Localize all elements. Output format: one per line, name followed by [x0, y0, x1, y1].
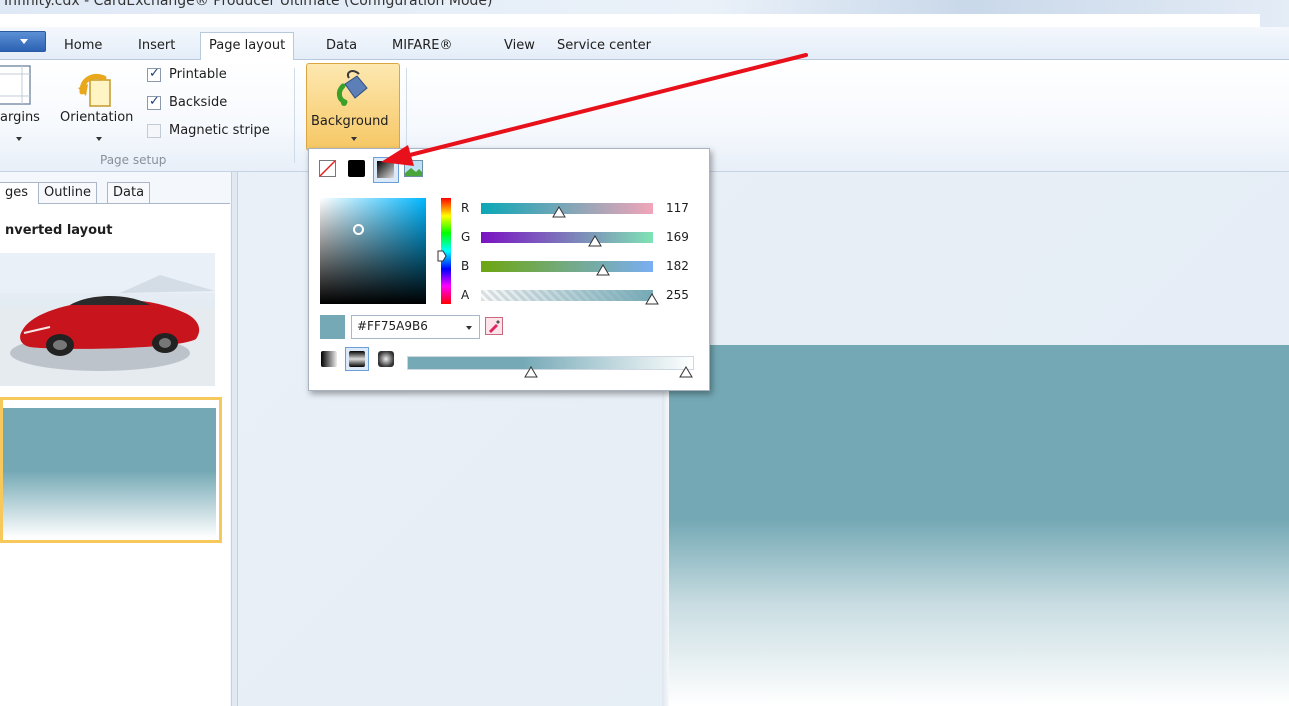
application-menu-button[interactable]	[0, 31, 46, 52]
title-bar: Infinity.cdx - CardExchange® Producer Ul…	[0, 0, 1289, 27]
title-bar-edge	[0, 14, 1260, 27]
green-slider-thumb[interactable]	[588, 235, 602, 247]
backside-label: Backside	[169, 95, 228, 110]
page-thumbnail-preview	[3, 408, 216, 538]
gradient-stop-end[interactable]	[679, 366, 693, 378]
margins-button[interactable]: argins	[0, 64, 42, 144]
tab-data[interactable]: Data	[318, 33, 365, 60]
green-slider[interactable]	[481, 232, 653, 243]
margins-label: argins	[0, 110, 40, 125]
checkbox-box	[147, 124, 161, 138]
window-title: Infinity.cdx - CardExchange® Producer Ul…	[4, 0, 493, 9]
ribbon-group-separator	[294, 68, 295, 163]
red-channel-label: R	[461, 201, 470, 215]
tab-outline[interactable]: Outline	[38, 182, 98, 204]
orientation-icon	[78, 74, 111, 107]
tab-insert[interactable]: Insert	[130, 33, 183, 60]
tab-mifare[interactable]: MIFARE®	[384, 33, 460, 60]
color-picker-marker[interactable]	[353, 224, 364, 235]
linear-gradient-icon[interactable]	[321, 351, 337, 367]
alpha-channel-label: A	[461, 288, 470, 302]
gradient-stop-start[interactable]	[524, 366, 538, 378]
orientation-label: Orientation	[60, 110, 134, 125]
page-thumbnail-back[interactable]	[0, 397, 222, 543]
chevron-down-icon[interactable]	[466, 326, 472, 330]
tab-home[interactable]: Home	[56, 33, 110, 60]
no-fill-icon[interactable]	[319, 160, 336, 177]
hex-color-value: #FF75A9B6	[357, 319, 428, 333]
reflected-gradient-icon[interactable]	[345, 347, 369, 371]
blue-slider[interactable]	[481, 261, 653, 272]
layout-title: nverted layout	[5, 223, 113, 238]
tab-service-center[interactable]: Service center	[549, 33, 659, 60]
page-setup-group-caption: Page setup	[100, 153, 167, 167]
page-thumbnail-front[interactable]	[0, 253, 215, 386]
alpha-slider[interactable]	[481, 290, 653, 301]
checkbox-box	[147, 66, 161, 82]
orientation-button[interactable]: Orientation	[58, 64, 142, 144]
blue-channel-label: B	[461, 259, 470, 273]
image-fill-icon[interactable]	[404, 160, 423, 177]
solid-fill-icon[interactable]	[348, 160, 365, 177]
backside-checkbox[interactable]: Backside	[147, 94, 247, 113]
red-slider[interactable]	[481, 203, 653, 214]
radial-gradient-icon[interactable]	[378, 351, 394, 367]
magnetic-stripe-label: Magnetic stripe	[169, 123, 270, 138]
tab-panel-data[interactable]: Data	[107, 182, 151, 204]
printable-label: Printable	[169, 67, 227, 82]
tab-view[interactable]: View	[496, 33, 543, 60]
green-channel-label: G	[461, 230, 471, 244]
alpha-value[interactable]: 255	[666, 288, 689, 302]
tab-page-layout[interactable]: Page layout	[200, 32, 295, 61]
app-window: Infinity.cdx - CardExchange® Producer Ul…	[0, 0, 1289, 706]
magnetic-stripe-checkbox[interactable]: Magnetic stripe	[147, 123, 287, 141]
blue-value[interactable]: 182	[666, 259, 689, 273]
card-design-surface[interactable]	[669, 345, 1289, 706]
chevron-down-icon	[96, 137, 102, 141]
gradient-fill-icon[interactable]	[373, 157, 399, 183]
eyedropper-icon[interactable]	[485, 317, 503, 335]
checkbox-box	[147, 94, 161, 110]
hue-slider-thumb[interactable]	[437, 250, 447, 262]
printable-checkbox[interactable]: Printable	[147, 66, 247, 85]
background-label: Background	[311, 114, 389, 129]
background-button[interactable]: Background	[306, 63, 400, 151]
tab-pages[interactable]: ges	[0, 182, 39, 204]
chevron-down-icon	[16, 137, 22, 141]
red-value[interactable]: 117	[666, 201, 689, 215]
margins-icon	[0, 65, 31, 105]
saturation-value-picker[interactable]	[320, 198, 426, 304]
car-image	[0, 253, 215, 386]
blue-slider-thumb[interactable]	[596, 264, 610, 276]
ribbon-tab-bar: Home Insert Page layout Data MIFARE® Vie…	[0, 27, 1289, 61]
red-slider-thumb[interactable]	[552, 206, 566, 218]
chevron-down-icon	[20, 39, 28, 44]
alpha-slider-thumb[interactable]	[645, 293, 659, 305]
chevron-down-icon	[351, 137, 357, 141]
green-value[interactable]: 169	[666, 230, 689, 244]
current-color-swatch	[320, 315, 345, 339]
paint-bucket-icon	[336, 70, 368, 106]
gradient-stops-bar[interactable]	[407, 356, 694, 370]
